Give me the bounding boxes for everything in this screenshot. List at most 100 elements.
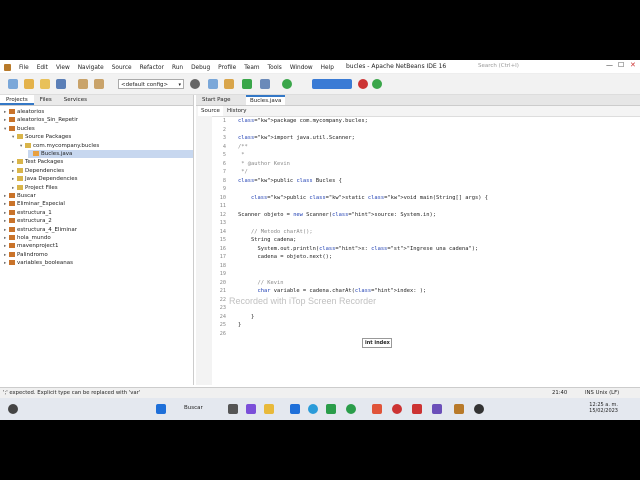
tree-node[interactable]: ▸ Test Packages bbox=[12, 158, 193, 166]
tree-node[interactable]: ▸ Dependencies bbox=[12, 167, 193, 175]
tab-source[interactable]: Source bbox=[198, 106, 223, 116]
taskbar-search[interactable]: Buscar bbox=[184, 405, 203, 411]
line-number: 26 bbox=[219, 330, 226, 337]
line-gutter bbox=[196, 116, 212, 385]
memory-indicator[interactable] bbox=[312, 79, 352, 89]
widgets-icon[interactable] bbox=[8, 404, 18, 414]
code-line: char variable = cadena.charAt(class="hin… bbox=[257, 288, 427, 294]
opera-icon[interactable] bbox=[392, 404, 402, 414]
target-icon[interactable] bbox=[190, 79, 200, 89]
recorder-icon[interactable] bbox=[412, 404, 422, 414]
run-icon[interactable] bbox=[242, 79, 252, 89]
clock[interactable]: 12:25 a. m. 15/02/2023 bbox=[589, 402, 618, 414]
code-area[interactable]: 1 class="kw">package com.mycompany.bucles… bbox=[212, 116, 640, 385]
tree-node[interactable]: ▸ Java Dependencies bbox=[12, 175, 193, 183]
menu-item-window[interactable]: Window bbox=[286, 63, 317, 73]
tree-node[interactable]: ▸ aleatorios bbox=[4, 108, 193, 116]
line-number: 9 bbox=[222, 186, 226, 192]
clean-build-icon[interactable] bbox=[224, 79, 234, 89]
menu-item-tools[interactable]: Tools bbox=[264, 63, 286, 73]
tab-files[interactable]: Files bbox=[34, 95, 58, 105]
code-line: String cadena; bbox=[238, 237, 297, 243]
edge-icon[interactable] bbox=[308, 404, 318, 414]
project-icon bbox=[9, 201, 15, 207]
excel-icon[interactable] bbox=[326, 404, 336, 414]
powerpoint-icon[interactable] bbox=[432, 404, 442, 414]
project-icon bbox=[9, 218, 15, 224]
open-project-icon[interactable] bbox=[40, 79, 50, 89]
menu-item-refactor[interactable]: Refactor bbox=[136, 63, 168, 73]
menu-item-profile[interactable]: Profile bbox=[214, 63, 240, 73]
menu-item-team[interactable]: Team bbox=[240, 63, 263, 73]
tree-node[interactable]: ▸ hola_mundo bbox=[4, 234, 193, 242]
tree-node-label: Source Packages bbox=[25, 134, 72, 141]
new-project-icon[interactable] bbox=[24, 79, 34, 89]
tree-node[interactable]: ▾ com.mycompany.bucles bbox=[20, 142, 193, 150]
tree-node-label: Palindromo bbox=[17, 251, 48, 258]
tree-node[interactable]: ▾ Source Packages bbox=[12, 133, 193, 141]
teams-icon[interactable] bbox=[246, 404, 256, 414]
tab-bucles-java[interactable]: Bucles.java bbox=[246, 95, 286, 105]
menu-item-help[interactable]: Help bbox=[317, 63, 338, 73]
tab-services[interactable]: Services bbox=[58, 95, 93, 105]
line-number: 11 bbox=[219, 203, 226, 209]
menu-item-navigate[interactable]: Navigate bbox=[74, 63, 108, 73]
tree-node-label: Bucles.java bbox=[41, 151, 73, 157]
line-number: 12 bbox=[219, 211, 226, 218]
menu-item-source[interactable]: Source bbox=[108, 63, 136, 73]
minimize-button[interactable]: — bbox=[606, 61, 613, 69]
line-number: 18 bbox=[219, 262, 226, 269]
tab-history[interactable]: History bbox=[224, 106, 250, 116]
task-view-icon[interactable] bbox=[228, 404, 238, 414]
start-icon[interactable] bbox=[156, 404, 166, 414]
office-icon[interactable] bbox=[372, 404, 382, 414]
tab-projects[interactable]: Projects bbox=[0, 95, 34, 105]
window-title: bucles - Apache NetBeans IDE 16 bbox=[346, 63, 447, 70]
tree-node[interactable]: ▸ Eliminar_Especial bbox=[4, 200, 193, 208]
new-file-icon[interactable] bbox=[8, 79, 18, 89]
tree-node[interactable]: ▾ bucles bbox=[4, 125, 193, 133]
tree-node[interactable]: ▸ Project Files bbox=[12, 184, 193, 192]
search-input[interactable]: Search (Ctrl+I) bbox=[478, 61, 588, 72]
gc-icon[interactable] bbox=[358, 79, 368, 89]
tree-node[interactable]: ▸ variables_booleanas bbox=[4, 259, 193, 267]
code-line: * bbox=[238, 152, 245, 158]
menu-item-debug[interactable]: Debug bbox=[187, 63, 214, 73]
config-select-value: <default config> bbox=[121, 82, 169, 88]
tab-start-page[interactable]: Start Page bbox=[198, 95, 235, 105]
project-icon bbox=[9, 193, 15, 198]
netbeans-icon[interactable] bbox=[454, 404, 464, 414]
save-all-icon[interactable] bbox=[56, 79, 66, 89]
profile-icon[interactable] bbox=[282, 79, 292, 89]
undo-icon[interactable] bbox=[78, 79, 88, 89]
config-select[interactable]: <default config> ▾ bbox=[118, 79, 184, 89]
menu-item-run[interactable]: Run bbox=[168, 63, 187, 73]
tree-node[interactable]: ▸ estructura_1 bbox=[4, 209, 193, 217]
chrome-icon[interactable] bbox=[346, 404, 356, 414]
explorer-icon[interactable] bbox=[264, 404, 274, 414]
debug-icon[interactable] bbox=[260, 79, 270, 89]
tree-node[interactable]: ▸ Buscar bbox=[4, 192, 193, 200]
menu-bar: File Edit View Navigate Source Refactor Run Deb… bbox=[0, 63, 338, 73]
project-icon bbox=[9, 260, 15, 266]
menu-item-edit[interactable]: Edit bbox=[33, 63, 52, 73]
close-button[interactable]: ✕ bbox=[630, 61, 636, 69]
tree-node[interactable]: Bucles.java bbox=[28, 150, 193, 158]
store-icon[interactable] bbox=[290, 404, 300, 414]
tree-node[interactable]: ▸ Palindromo bbox=[4, 251, 193, 259]
insert-mode: INS Unix (LF) bbox=[585, 390, 620, 396]
tree-node-label: estructura_1 bbox=[17, 209, 52, 216]
redo-icon[interactable] bbox=[94, 79, 104, 89]
obs-icon[interactable] bbox=[474, 404, 484, 414]
line-number: 21 bbox=[219, 288, 226, 294]
line-number: 19 bbox=[219, 271, 226, 277]
tree-node[interactable]: ▸ estructura_4_Eliminar bbox=[4, 226, 193, 234]
tree-node[interactable]: ▸ aleatorios_Sin_Repetir bbox=[4, 116, 193, 124]
build-icon[interactable] bbox=[208, 79, 218, 89]
tree-node[interactable]: ▸ mavenproject1 bbox=[4, 242, 193, 250]
refresh-icon[interactable] bbox=[372, 79, 382, 89]
maximize-button[interactable]: ☐ bbox=[618, 61, 624, 69]
menu-item-view[interactable]: View bbox=[52, 63, 74, 73]
tree-node[interactable]: ▸ estructura_2 bbox=[4, 217, 193, 225]
menu-item-file[interactable]: File bbox=[15, 63, 33, 73]
